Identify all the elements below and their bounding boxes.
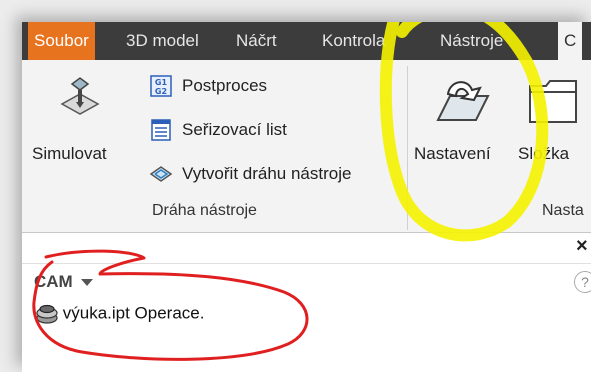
screenshot-frame: Soubor 3D model Náčrt Kontrola Nástroje … [0, 0, 591, 372]
svg-text:G2: G2 [155, 87, 167, 96]
group-label-setup: Nasta [542, 202, 584, 219]
group-label-toolpath: Dráha nástroje [152, 202, 257, 219]
ribbon-tab-bar: Soubor 3D model Náčrt Kontrola Nástroje … [22, 22, 591, 60]
postprocess-label: Postproces [182, 76, 268, 95]
setup-label: Nastavení [414, 144, 491, 163]
close-icon[interactable]: × [576, 235, 588, 258]
folder-icon [528, 78, 578, 124]
browser-tree-node[interactable]: výuka.ipt Operace. [36, 301, 204, 325]
browser-node-label: výuka.ipt Operace. [62, 303, 205, 323]
browser-panel-header: × [22, 233, 591, 264]
tab-cam[interactable]: C [558, 22, 583, 60]
help-glyph: ? [581, 274, 589, 290]
tab-3d-model[interactable]: 3D model [126, 22, 199, 60]
simulate-button[interactable]: Simulovat [30, 70, 130, 180]
setup-sheet-label: Seřizovací list [182, 120, 287, 139]
setup-button[interactable]: Nastavení [412, 70, 516, 180]
simulate-label: Simulovat [32, 144, 107, 163]
tab-file[interactable]: Soubor [28, 22, 95, 60]
browser-title-dropdown[interactable]: CAM [34, 269, 94, 295]
tab-sketch[interactable]: Náčrt [236, 22, 277, 60]
generate-toolpath-button[interactable]: Vytvořit dráhu nástroje [149, 160, 400, 188]
simulate-icon [58, 74, 102, 120]
svg-text:G1: G1 [155, 78, 168, 87]
setup-icon [434, 76, 490, 126]
g1g2-icon: G1 G2 [150, 75, 172, 97]
operations-icon [36, 304, 58, 324]
chevron-down-icon [81, 269, 94, 295]
tab-tools[interactable]: Nástroje [440, 22, 503, 60]
ribbon-group-separator [407, 66, 408, 230]
postprocess-button[interactable]: G1 G2 Postproces [150, 72, 390, 100]
tab-inspect[interactable]: Kontrola [322, 22, 385, 60]
generate-toolpath-label: Vytvořit dráhu nástroje [182, 164, 352, 183]
help-icon[interactable]: ? [574, 271, 591, 293]
sheet-icon [150, 119, 172, 141]
folder-button[interactable]: Složka [516, 70, 591, 180]
browser-title: CAM [34, 272, 73, 291]
setup-sheet-button[interactable]: Seřizovací list [150, 116, 390, 144]
ribbon-panel: Simulovat G1 G2 Postproces Seřizovací li… [22, 60, 591, 233]
toolpath-icon [149, 163, 173, 185]
folder-label: Složka [518, 144, 570, 163]
browser-panel: × CAM ? výuka.ipt Operace. [22, 233, 591, 372]
application-window: Soubor 3D model Náčrt Kontrola Nástroje … [22, 22, 591, 372]
